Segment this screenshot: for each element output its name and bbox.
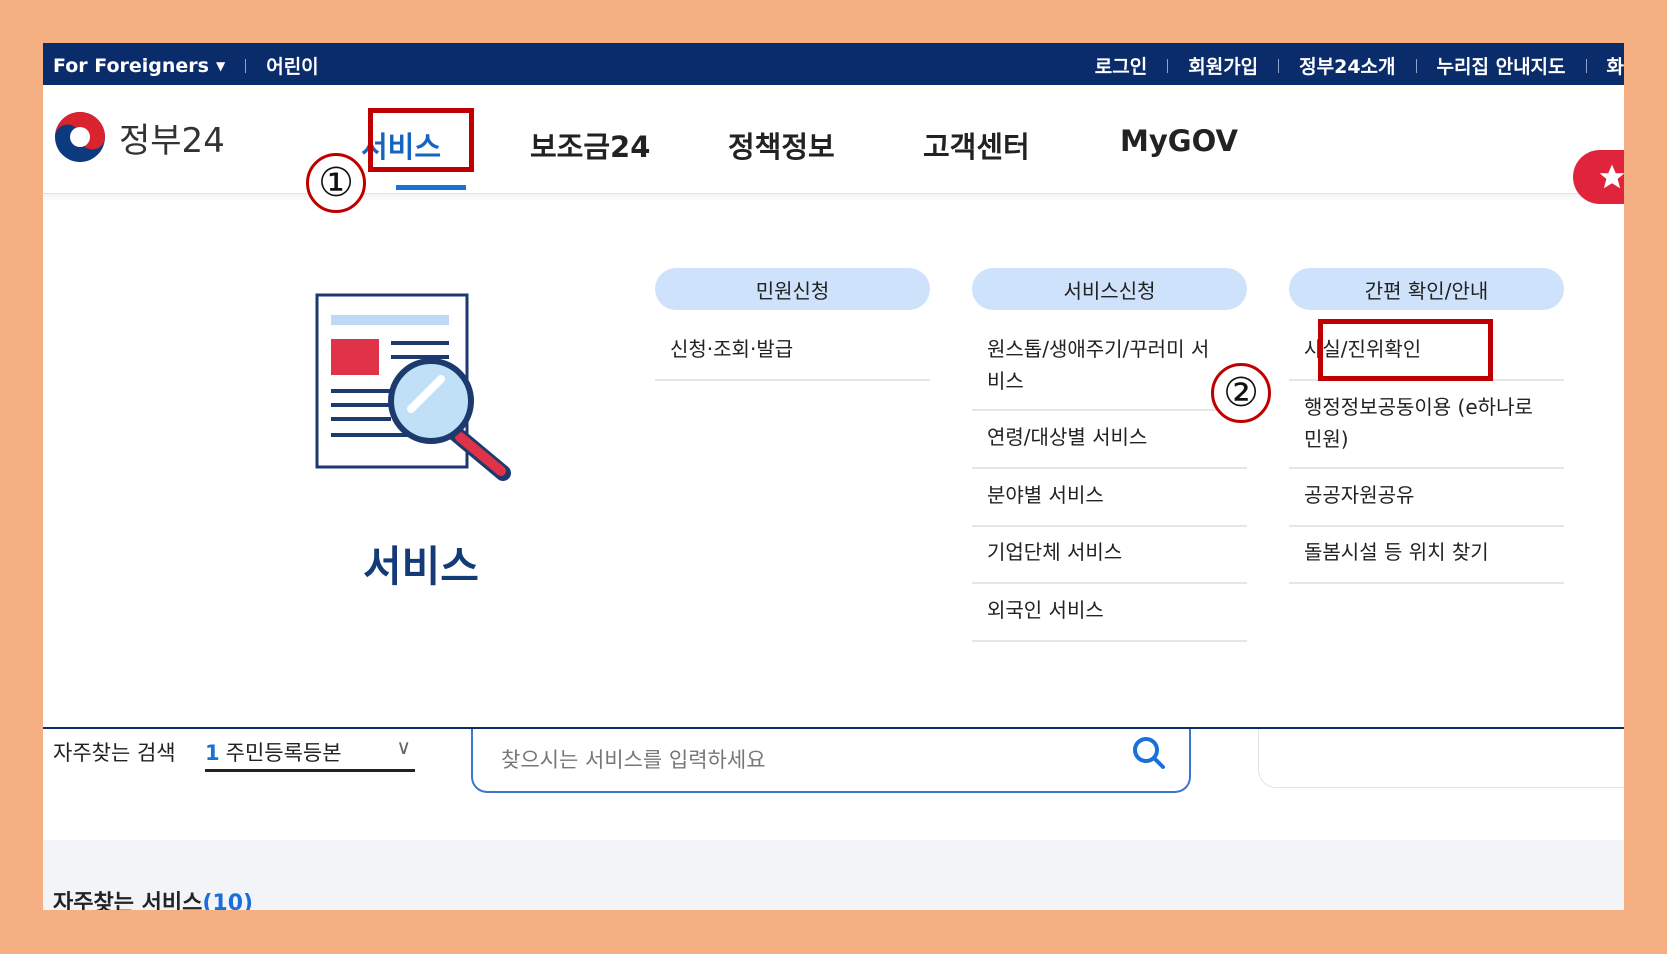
nav-mygov[interactable]: MyGOV bbox=[1120, 124, 1238, 158]
divider bbox=[245, 58, 247, 73]
column-head-civil: 민원신청 bbox=[655, 268, 930, 310]
menu-item-field[interactable]: 분야별 서비스 bbox=[972, 479, 1247, 527]
search-input[interactable] bbox=[499, 739, 1103, 781]
menu-item-age-target[interactable]: 연령/대상별 서비스 bbox=[972, 421, 1247, 469]
caret-down-icon: ▼ bbox=[215, 58, 226, 73]
about-link[interactable]: 정부24소개 bbox=[1299, 52, 1395, 79]
menu-item-public-resource[interactable]: 공공자원공유 bbox=[1289, 479, 1564, 527]
frequent-search-select[interactable]: 1 주민등록등본 ∨ bbox=[205, 735, 415, 772]
divider bbox=[1278, 58, 1280, 73]
column-head-quick-check: 간편 확인/안내 bbox=[1289, 268, 1564, 310]
menu-visual-title: 서비스 bbox=[363, 542, 479, 591]
menu-item-business[interactable]: 기업단체 서비스 bbox=[972, 536, 1247, 584]
main-header: 정부24 서비스 보조금24 정책정보 고객센터 MyGOV bbox=[43, 85, 1624, 204]
menu-item-apply-view-issue[interactable]: 신청·조회·발급 bbox=[655, 333, 930, 381]
divider bbox=[1585, 58, 1587, 73]
menu-item-onestop[interactable]: 원스톱/생애주기/꾸러미 서비스 bbox=[972, 333, 1247, 411]
chevron-down-icon: ∨ bbox=[396, 735, 411, 759]
site-logo[interactable]: 정부24 bbox=[53, 110, 225, 164]
frequent-services-count: (10) bbox=[202, 891, 254, 910]
truncated-link[interactable]: 화 bbox=[1607, 52, 1624, 79]
divider bbox=[1415, 58, 1417, 73]
frequent-search-label: 자주찾는 검색 bbox=[53, 741, 176, 765]
for-foreigners-link[interactable]: For Foreigners bbox=[53, 55, 209, 77]
favorite-button[interactable] bbox=[1573, 150, 1624, 204]
search-box bbox=[471, 729, 1191, 793]
document-magnifier-icon bbox=[315, 293, 511, 481]
right-side-panel bbox=[1258, 729, 1624, 788]
menu-item-e-hanaro[interactable]: 행정정보공동이용 (e하나로민원) bbox=[1289, 391, 1564, 469]
frequent-services-label: 자주찾는 서비스 bbox=[53, 891, 203, 910]
highlight-box-fact-check bbox=[1318, 319, 1493, 381]
nav-customer-center[interactable]: 고객센터 bbox=[923, 124, 1030, 166]
menu-item-foreigner[interactable]: 외국인 서비스 bbox=[972, 594, 1247, 642]
step-1-marker: ① bbox=[306, 153, 366, 213]
top-utility-bar: For Foreigners ▼ 어린이 로그인 회원가입 정부24소개 누리집… bbox=[43, 43, 1624, 85]
browser-screen: For Foreigners ▼ 어린이 로그인 회원가입 정부24소개 누리집… bbox=[43, 43, 1624, 910]
menu-item-care-facility[interactable]: 돌봄시설 등 위치 찾기 bbox=[1289, 536, 1564, 584]
search-icon[interactable] bbox=[1129, 733, 1169, 773]
sitemap-link[interactable]: 누리집 안내지도 bbox=[1437, 52, 1566, 79]
frequent-search-value: 주민등록등본 bbox=[225, 741, 342, 765]
active-nav-underline bbox=[396, 185, 466, 190]
signup-link[interactable]: 회원가입 bbox=[1188, 52, 1258, 79]
nav-subsidy24[interactable]: 보조금24 bbox=[530, 124, 650, 166]
frequent-services-title: 자주찾는 서비스(10) bbox=[53, 885, 253, 910]
step-2-marker: ② bbox=[1211, 363, 1271, 423]
column-head-service: 서비스신청 bbox=[972, 268, 1247, 310]
frequent-search-rank: 1 bbox=[205, 741, 220, 765]
taegeuk-logo-icon bbox=[55, 112, 105, 162]
logo-text: 정부24 bbox=[119, 120, 225, 161]
divider bbox=[1167, 58, 1169, 73]
content-band bbox=[43, 840, 1624, 910]
login-link[interactable]: 로그인 bbox=[1095, 52, 1147, 79]
nav-policy-info[interactable]: 정책정보 bbox=[728, 124, 835, 166]
star-icon bbox=[1599, 164, 1624, 189]
kids-link[interactable]: 어린이 bbox=[266, 52, 318, 79]
highlight-box-service bbox=[368, 108, 474, 172]
